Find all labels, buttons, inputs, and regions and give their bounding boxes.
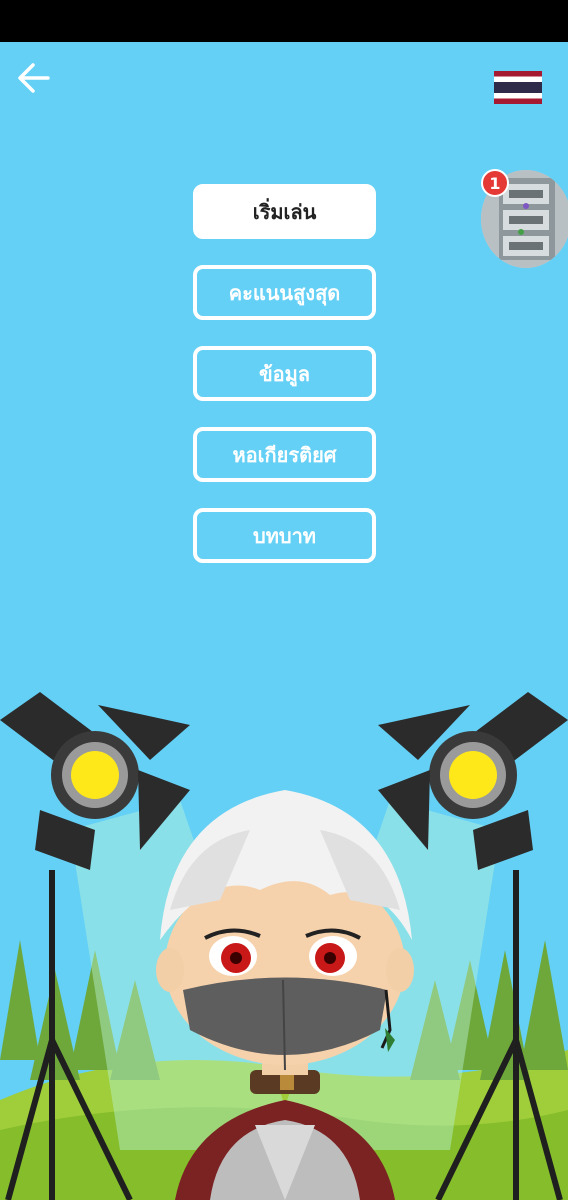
high-score-button[interactable]: คะแนนสูงสุด <box>193 265 376 320</box>
start-game-button[interactable]: เริ่มเล่น <box>193 184 376 239</box>
roles-button[interactable]: บทบาท <box>193 508 376 563</box>
stage-illustration <box>0 692 568 1200</box>
back-button[interactable] <box>14 58 54 98</box>
status-bar <box>0 0 568 42</box>
main-menu: เริ่มเล่น คะแนนสูงสุด ข้อมูล หอเกียรติยศ… <box>193 184 376 589</box>
info-button[interactable]: ข้อมูล <box>193 346 376 401</box>
thailand-flag-icon <box>494 71 542 104</box>
language-flag-button[interactable] <box>494 71 542 104</box>
notification-badge: 1 <box>481 169 509 197</box>
hall-of-fame-button[interactable]: หอเกียรติยศ <box>193 427 376 482</box>
arrow-left-icon <box>18 63 50 93</box>
floating-chat-head: 1 <box>481 169 568 268</box>
